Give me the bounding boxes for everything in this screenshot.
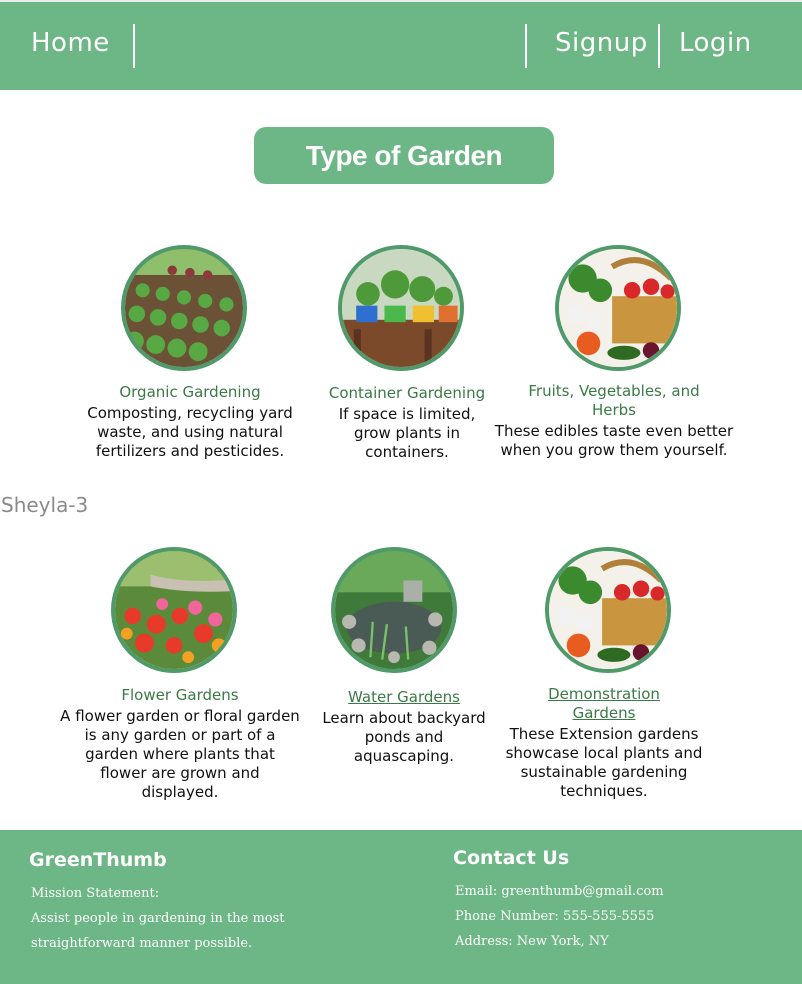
watermark-label: Sheyla-3 (1, 493, 89, 517)
nav-login-link[interactable]: Login (679, 28, 752, 58)
card-description: These Extension gardens showcase local p… (505, 725, 703, 800)
card-description: Composting, recycling yard waste, and us… (87, 404, 293, 460)
vegetable-basket-image (545, 547, 671, 673)
card-title: Flower Gardens (121, 686, 239, 704)
card-title: Container Gardening (328, 384, 486, 402)
contact-phone: Phone Number: 555-555-5555 (455, 909, 655, 924)
nav-home-link[interactable]: Home (31, 28, 110, 58)
mission-label: Mission Statement: (31, 886, 160, 901)
nav-divider (658, 24, 660, 68)
footer: GreenThumb Mission Statement: Assist peo… (0, 830, 802, 984)
card-title: Organic Gardening (119, 383, 261, 401)
nav-signup-link[interactable]: Signup (555, 28, 648, 58)
nav-divider (133, 24, 135, 68)
card-description: These edibles taste even better when you… (494, 422, 734, 459)
vegetable-basket-image (555, 245, 681, 371)
contact-heading: Contact Us (453, 847, 570, 869)
page-title-banner: Type of Garden (254, 127, 554, 184)
nav-divider (525, 24, 527, 68)
container-pots-image (338, 245, 464, 371)
pond-image (331, 547, 457, 673)
card-description: A flower garden or floral garden is any … (60, 707, 300, 801)
page-title: Type of Garden (305, 139, 503, 171)
card-title-link[interactable]: Demonstration Gardens (524, 685, 684, 723)
card-title: Fruits, Vegetables, and Herbs (528, 382, 700, 419)
card-title-link[interactable]: Water Gardens (284, 688, 524, 707)
mission-text: straightforward manner possible. (31, 936, 253, 951)
top-nav: Home Signup Login (0, 0, 802, 90)
footer-brand: GreenThumb (29, 849, 167, 871)
contact-email[interactable]: Email: greenthumb@gmail.com (455, 879, 664, 904)
garden-rows-image (121, 245, 247, 371)
contact-address: Address: New York, NY (455, 934, 609, 949)
mission-text: Assist people in gardening in the most (31, 911, 285, 926)
card-description: Learn about backyard ponds and aquascapi… (322, 709, 486, 765)
flower-bed-image (111, 547, 237, 673)
card-description: If space is limited, grow plants in cont… (338, 405, 476, 461)
